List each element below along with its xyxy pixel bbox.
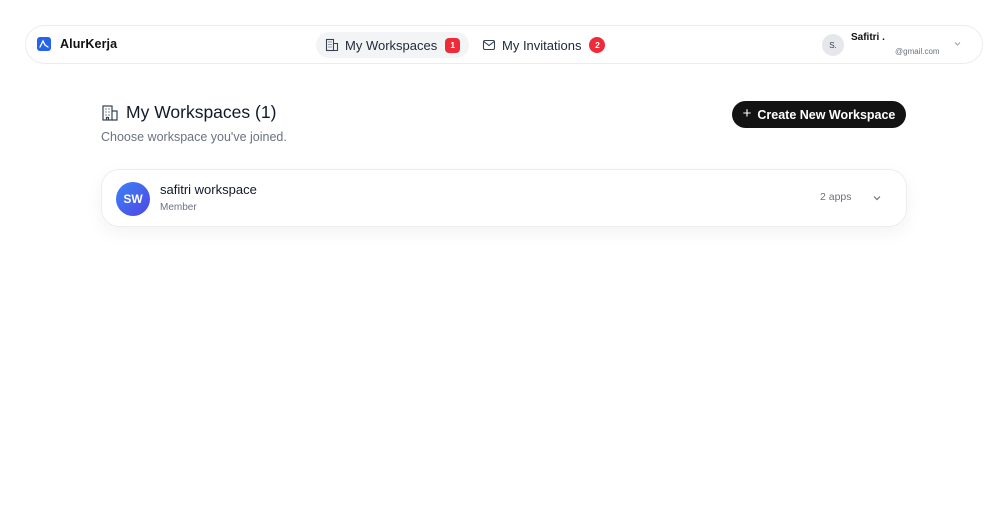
create-workspace-button[interactable]: + Create New Workspace [732, 101, 906, 128]
workspace-role: Member [160, 202, 197, 213]
user-name: Safitri . [851, 32, 885, 43]
create-workspace-label: Create New Workspace [757, 107, 896, 122]
nav-my-invitations-label: My Invitations [502, 37, 582, 53]
mail-icon [482, 38, 496, 52]
page-title: My Workspaces (1) [126, 102, 277, 122]
page-subtitle: Choose workspace you've joined. [101, 130, 287, 144]
workspace-avatar: SW [116, 182, 150, 216]
workspace-card[interactable]: SW safitri workspace Member 2 apps [101, 169, 907, 227]
brand[interactable]: AlurKerja [37, 37, 117, 51]
chevron-down-icon [953, 39, 962, 48]
workspace-name: safitri workspace [160, 182, 257, 197]
chevron-down-icon[interactable] [872, 193, 882, 203]
building-icon [325, 38, 339, 52]
workspace-apps-count: 2 apps [820, 191, 852, 203]
user-avatar: S. [822, 34, 844, 56]
nav-my-invitations[interactable]: My Invitations 2 [473, 32, 614, 58]
nav-my-workspaces-label: My Workspaces [345, 37, 438, 53]
invitations-count-badge: 2 [589, 37, 606, 53]
user-menu[interactable]: S. Safitri . @gmail.com [822, 32, 972, 57]
user-email: @gmail.com [895, 47, 940, 56]
nav-my-workspaces[interactable]: My Workspaces 1 [316, 32, 470, 58]
brand-name: AlurKerja [60, 37, 118, 51]
brand-logo-icon [37, 37, 51, 51]
building-icon [101, 104, 119, 122]
workspaces-count-badge: 1 [445, 37, 461, 53]
plus-icon: + [742, 105, 752, 122]
top-navbar: AlurKerja My Workspaces 1 My Invitations… [25, 25, 983, 64]
